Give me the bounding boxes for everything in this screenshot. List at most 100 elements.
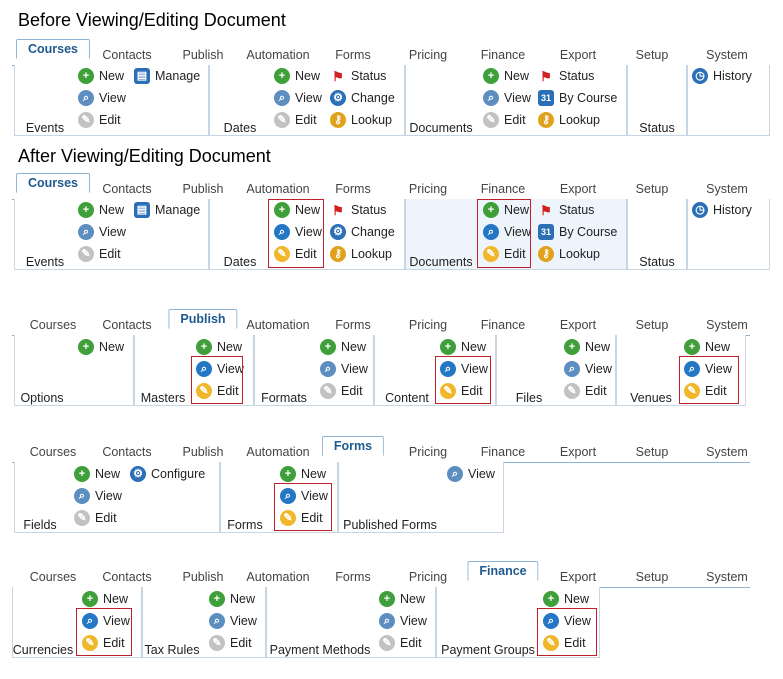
edit-button[interactable]: ✎ Edit (78, 110, 121, 130)
view-button[interactable]: ⌕ View (447, 464, 495, 484)
tab-automation[interactable]: Automation (246, 567, 309, 587)
new-button[interactable]: + New (209, 589, 255, 609)
edit-button[interactable]: ✎ Edit (209, 633, 252, 653)
tab-system[interactable]: System (706, 315, 748, 335)
history-button[interactable]: ◷ History (692, 200, 752, 220)
tab-contacts[interactable]: Contacts (102, 179, 151, 199)
tab-pricing[interactable]: Pricing (409, 442, 447, 462)
status-button[interactable]: ⚑ Status (538, 200, 594, 220)
lookup-button[interactable]: ⚷ Lookup (538, 244, 600, 264)
edit-button[interactable]: ✎ Edit (74, 508, 117, 528)
view-button[interactable]: ⌕ View (564, 359, 612, 379)
tab-publish[interactable]: Publish (183, 45, 224, 65)
tab-pricing[interactable]: Pricing (409, 567, 447, 587)
tab-export[interactable]: Export (560, 179, 596, 199)
tab-export[interactable]: Export (560, 315, 596, 335)
tab-automation[interactable]: Automation (246, 315, 309, 335)
tab-forms[interactable]: Forms (335, 45, 370, 65)
view-button[interactable]: ⌕ View (274, 88, 322, 108)
tab-courses[interactable]: Courses (30, 315, 77, 335)
tab-finance[interactable]: Finance (481, 179, 525, 199)
tab-contacts[interactable]: Contacts (102, 442, 151, 462)
status-button[interactable]: ⚑ Status (330, 200, 386, 220)
manage-button[interactable]: ▤ Manage (134, 200, 200, 220)
tab-export[interactable]: Export (560, 567, 596, 587)
tab-courses[interactable]: Courses (15, 173, 91, 193)
view-button[interactable]: ⌕ View (483, 88, 531, 108)
tab-setup[interactable]: Setup (636, 315, 669, 335)
edit-button[interactable]: ✎ Edit (379, 633, 422, 653)
tab-system[interactable]: System (706, 442, 748, 462)
view-button[interactable]: ⌕ View (209, 611, 257, 631)
tab-automation[interactable]: Automation (246, 45, 309, 65)
tab-finance[interactable]: Finance (481, 442, 525, 462)
lookup-button[interactable]: ⚷ Lookup (330, 110, 392, 130)
edit-button[interactable]: ✎ Edit (274, 110, 317, 130)
by-course-button[interactable]: 31 By Course (538, 88, 617, 108)
new-button[interactable]: + New (379, 589, 425, 609)
lookup-button[interactable]: ⚷ Lookup (330, 244, 392, 264)
by-course-button[interactable]: 31 By Course (538, 222, 617, 242)
tab-courses[interactable]: Courses (15, 39, 91, 59)
tab-publish[interactable]: Publish (183, 442, 224, 462)
tab-courses[interactable]: Courses (30, 442, 77, 462)
tab-setup[interactable]: Setup (636, 567, 669, 587)
tab-setup[interactable]: Setup (636, 45, 669, 65)
tab-system[interactable]: System (706, 567, 748, 587)
tab-contacts[interactable]: Contacts (102, 567, 151, 587)
tab-forms[interactable]: Forms (321, 436, 385, 456)
tab-contacts[interactable]: Contacts (102, 315, 151, 335)
view-button[interactable]: ⌕ View (320, 359, 368, 379)
new-button[interactable]: + New (74, 464, 120, 484)
new-button[interactable]: + New (280, 464, 326, 484)
tab-contacts[interactable]: Contacts (102, 45, 151, 65)
tab-courses[interactable]: Courses (30, 567, 77, 587)
tab-export[interactable]: Export (560, 45, 596, 65)
edit-button[interactable]: ✎ Edit (483, 110, 526, 130)
view-button[interactable]: ⌕ View (379, 611, 427, 631)
tab-setup[interactable]: Setup (636, 442, 669, 462)
tab-forms[interactable]: Forms (335, 179, 370, 199)
status-button[interactable]: ⚑ Status (330, 66, 386, 86)
view-button[interactable]: ⌕ View (78, 222, 126, 242)
tab-pricing[interactable]: Pricing (409, 179, 447, 199)
new-button[interactable]: + New (543, 589, 589, 609)
status-button[interactable]: ⚑ Status (538, 66, 594, 86)
tab-finance[interactable]: Finance (481, 45, 525, 65)
edit-button[interactable]: ✎ Edit (78, 244, 121, 264)
new-button[interactable]: + New (274, 66, 320, 86)
tab-finance[interactable]: Finance (481, 315, 525, 335)
new-button[interactable]: + New (320, 337, 366, 357)
lookup-button[interactable]: ⚷ Lookup (538, 110, 600, 130)
tab-publish[interactable]: Publish (183, 179, 224, 199)
edit-button[interactable]: ✎ Edit (564, 381, 607, 401)
tab-export[interactable]: Export (560, 442, 596, 462)
tab-setup[interactable]: Setup (636, 179, 669, 199)
new-button[interactable]: + New (564, 337, 610, 357)
tab-pricing[interactable]: Pricing (409, 315, 447, 335)
history-button[interactable]: ◷ History (692, 66, 752, 86)
change-button[interactable]: ⚙ Change (330, 222, 395, 242)
new-button[interactable]: + New (483, 66, 529, 86)
tab-system[interactable]: System (706, 45, 748, 65)
new-button[interactable]: + New (440, 337, 486, 357)
new-button[interactable]: + New (684, 337, 730, 357)
view-button[interactable]: ⌕ View (74, 486, 122, 506)
new-button[interactable]: + New (78, 200, 124, 220)
new-button[interactable]: + New (78, 337, 124, 357)
manage-button[interactable]: ▤ Manage (134, 66, 200, 86)
tab-pricing[interactable]: Pricing (409, 45, 447, 65)
tab-automation[interactable]: Automation (246, 442, 309, 462)
view-button[interactable]: ⌕ View (78, 88, 126, 108)
tab-finance[interactable]: Finance (467, 561, 539, 581)
tab-forms[interactable]: Forms (335, 567, 370, 587)
tab-system[interactable]: System (706, 179, 748, 199)
new-button[interactable]: + New (78, 66, 124, 86)
tab-publish[interactable]: Publish (183, 567, 224, 587)
new-button[interactable]: + New (196, 337, 242, 357)
tab-automation[interactable]: Automation (246, 179, 309, 199)
change-button[interactable]: ⚙ Change (330, 88, 395, 108)
new-button[interactable]: + New (82, 589, 128, 609)
tab-publish[interactable]: Publish (168, 309, 238, 329)
edit-button[interactable]: ✎ Edit (320, 381, 363, 401)
